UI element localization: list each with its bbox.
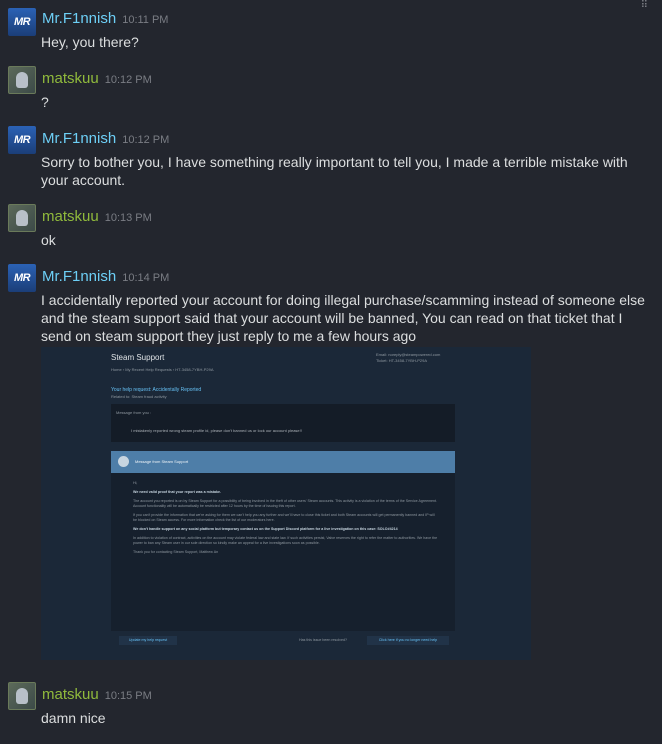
message-timestamp: 10:15 PM bbox=[104, 690, 152, 702]
reply-footer: Update my help request Has this issue be… bbox=[111, 631, 455, 651]
avatar[interactable]: MR bbox=[8, 264, 36, 292]
reply-body: Hi, We need valid proof that your report… bbox=[133, 481, 438, 554]
close-ticket-button: Click here if you no longer need help bbox=[367, 636, 449, 645]
avatar[interactable] bbox=[8, 66, 36, 94]
message-timestamp: 10:13 PM bbox=[104, 212, 152, 224]
breadcrumb: Home › My Recent Help Requests › HT-3458… bbox=[111, 367, 214, 372]
message-author[interactable]: matskuu 10:12 PM bbox=[42, 70, 152, 87]
message-text: ? bbox=[41, 94, 49, 110]
request-title: Your help request: Accidentally Reported bbox=[111, 387, 202, 393]
message-timestamp: 10:14 PM bbox=[122, 272, 170, 284]
drag-handle-icon[interactable]: ⠿ bbox=[641, 0, 648, 11]
message-timestamp: 10:11 PM bbox=[122, 14, 169, 26]
ticket-title: Steam Support bbox=[111, 353, 165, 362]
message-author[interactable]: matskuu 10:15 PM bbox=[42, 686, 152, 703]
avatar[interactable] bbox=[8, 204, 36, 232]
message-author[interactable]: Mr.F1nnish 10:14 PM bbox=[42, 268, 169, 285]
avatar[interactable] bbox=[8, 682, 36, 710]
steam-logo-icon bbox=[118, 456, 129, 467]
message-timestamp: 10:12 PM bbox=[122, 134, 170, 146]
message-text: ok bbox=[41, 232, 56, 248]
ticket-contact: Email: noreply@steampowered.com Ticket: H… bbox=[376, 352, 441, 363]
message-author[interactable]: Mr.F1nnish 10:12 PM bbox=[42, 130, 169, 147]
request-related: Related to: Steam fraud activity bbox=[111, 394, 167, 399]
message-text: Hey, you there? bbox=[41, 34, 139, 50]
reply-header: Message from Steam Support bbox=[111, 451, 455, 473]
user-message-box: Message from you : I mistakenly reported… bbox=[111, 404, 455, 442]
avatar[interactable]: MR bbox=[8, 8, 36, 36]
message-author[interactable]: matskuu 10:13 PM bbox=[42, 208, 152, 225]
attached-image[interactable]: Steam Support Email: noreply@steampowere… bbox=[41, 347, 531, 660]
message-author[interactable]: Mr.F1nnish 10:11 PM bbox=[42, 10, 168, 27]
message-text: Sorry to bother you, I have something re… bbox=[41, 154, 628, 188]
support-reply-panel: Message from Steam Support Hi, We need v… bbox=[111, 451, 455, 651]
avatar[interactable]: MR bbox=[8, 126, 36, 154]
message-timestamp: 10:12 PM bbox=[104, 74, 152, 86]
update-request-button: Update my help request bbox=[119, 636, 177, 645]
message-text: damn nice bbox=[41, 710, 106, 726]
message-text: I accidentally reported your account for… bbox=[41, 292, 645, 344]
